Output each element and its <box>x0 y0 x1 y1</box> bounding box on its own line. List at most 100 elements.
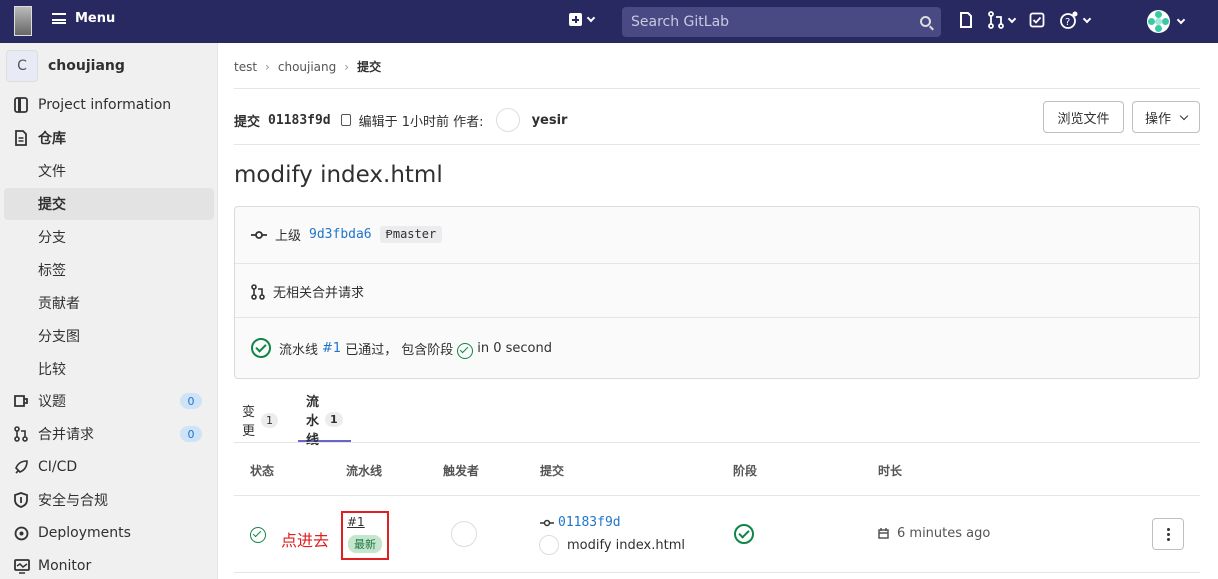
page-title: modify index.html <box>234 162 443 188</box>
project-link[interactable]: C choujiang <box>6 50 125 82</box>
pipeline-prefix: 流水线 <box>279 342 319 358</box>
user-avatar <box>1147 10 1170 33</box>
sidebar-item-label: 合并请求 <box>38 427 94 443</box>
sidebar-item-label: 标签 <box>38 263 66 279</box>
triggerer-avatar[interactable] <box>451 521 477 547</box>
stage-success-icon[interactable] <box>734 524 754 544</box>
tab-changes[interactable]: 变更 1 <box>242 398 279 442</box>
sidebar-item-compare[interactable]: 比较 <box>0 353 214 385</box>
kebab-icon <box>1166 527 1170 531</box>
search-input[interactable] <box>622 7 941 37</box>
sidebar-item-label: CI/CD <box>38 459 78 475</box>
pipeline-row: 流水线 #1 已通过， 包含阶段 in 0 second <box>251 337 552 359</box>
breadcrumb-current[interactable]: 提交 <box>357 58 381 75</box>
commit-sha: 01183f9d <box>268 112 331 128</box>
top-navbar: Menu ? <box>0 0 1218 43</box>
merge-requests-nav-button[interactable] <box>988 11 1017 29</box>
svg-text:?: ? <box>1065 17 1070 28</box>
divider <box>234 144 1200 145</box>
project-avatar: C <box>6 50 38 82</box>
column-header-status: 状态 <box>250 464 275 478</box>
chevron-right-icon: › <box>265 59 270 74</box>
author-avatar[interactable] <box>495 108 520 132</box>
author-name[interactable]: yesir <box>532 113 568 128</box>
browse-files-button[interactable]: 浏览文件 <box>1043 101 1124 133</box>
chevron-down-icon <box>1176 15 1186 25</box>
browse-files-label: 浏览文件 <box>1057 111 1110 127</box>
annotation-text: 点进去 <box>281 531 330 550</box>
issues-nav-button[interactable] <box>958 11 974 29</box>
pipeline-link[interactable]: #1 <box>322 341 341 356</box>
sidebar-item-graph[interactable]: 分支图 <box>0 320 214 352</box>
sidebar-item-label: 议题 <box>38 394 66 410</box>
sidebar-item-ci-cd[interactable]: CI/CD <box>0 451 214 483</box>
more-actions-button[interactable] <box>1152 518 1184 550</box>
sidebar-item-merge-requests[interactable]: 合并请求 0 <box>0 418 214 450</box>
new-dropdown-button[interactable] <box>569 13 596 26</box>
chevron-right-icon: › <box>344 59 350 74</box>
sidebar-item-files[interactable]: 文件 <box>0 155 214 187</box>
sidebar-item-label: Monitor <box>38 558 92 574</box>
parent-sha-link[interactable]: 9d3fbda6 <box>309 227 372 242</box>
actions-dropdown-button[interactable]: 操作 <box>1132 101 1200 133</box>
chevron-down-icon <box>1007 14 1017 23</box>
sidebar-item-issues[interactable]: 议题 0 <box>0 385 214 417</box>
shield-icon <box>14 492 28 508</box>
commit-label: 提交 <box>234 114 261 130</box>
commit-icon <box>251 230 267 239</box>
sidebar-item-label: 仓库 <box>38 131 66 147</box>
sidebar-item-tags[interactable]: 标签 <box>0 254 214 286</box>
merge-request-icon <box>988 11 1004 29</box>
user-menu-button[interactable] <box>1147 10 1186 33</box>
sidebar-item-commits[interactable]: 提交 <box>4 188 214 220</box>
pipeline-status-text: 已通过， <box>345 342 398 358</box>
commit-info-box: 上级 9d3fbda6 Ᵽmaster 无相关合并请求 流水线 #1 已通过， … <box>234 206 1200 379</box>
breadcrumb-item[interactable]: choujiang <box>278 60 336 74</box>
branch-badge[interactable]: Ᵽmaster <box>379 226 443 243</box>
merge-request-icon <box>14 426 28 442</box>
copy-icon[interactable] <box>340 114 351 126</box>
plus-icon <box>569 13 582 26</box>
search-box[interactable] <box>622 7 941 37</box>
column-header-pipeline: 流水线 <box>346 464 383 478</box>
sidebar-item-contributors[interactable]: 贡献者 <box>0 287 214 319</box>
stage-success-icon[interactable] <box>457 343 474 359</box>
sidebar-item-security[interactable]: 安全与合规 <box>0 484 214 516</box>
menu-button[interactable]: Menu <box>52 11 115 26</box>
kebab-dot <box>1166 532 1170 536</box>
commit-author-avatar[interactable] <box>539 535 559 555</box>
sidebar-item-project-information[interactable]: Project information <box>0 89 214 121</box>
monitor-icon <box>14 558 30 574</box>
help-nav-button[interactable]: ? <box>1059 11 1092 29</box>
todo-icon <box>1029 12 1045 28</box>
site-logo[interactable] <box>14 6 32 36</box>
sidebar-item-repository[interactable]: 仓库 <box>0 122 214 154</box>
column-header-duration: 时长 <box>878 464 903 478</box>
sidebar-item-monitor[interactable]: Monitor <box>0 550 214 579</box>
sidebar-item-branches[interactable]: 分支 <box>0 221 214 253</box>
branch-name: master <box>392 227 437 241</box>
pipeline-stage-text: 包含阶段 <box>401 342 454 358</box>
issues-icon <box>960 12 972 28</box>
repository-icon <box>15 130 27 146</box>
commit-title-link[interactable]: modify index.html <box>567 538 685 553</box>
divider <box>234 88 1200 89</box>
parent-row: 上级 9d3fbda6 Ᵽmaster <box>251 225 443 244</box>
commit-sha-link[interactable]: 01183f9d <box>558 515 621 530</box>
breadcrumb-item[interactable]: test <box>234 60 257 74</box>
merge-request-text: 无相关合并请求 <box>273 286 365 301</box>
divider <box>234 572 1200 573</box>
commit-edited-text: 编辑于 1小时前 作者: <box>358 114 484 130</box>
annotation-highlight-box <box>341 511 389 560</box>
tab-count: 1 <box>261 412 279 428</box>
todos-nav-button[interactable] <box>1029 12 1045 28</box>
actions-label: 操作 <box>1144 111 1171 127</box>
status-success-icon[interactable] <box>250 527 266 543</box>
sidebar-item-deployments[interactable]: Deployments <box>0 517 214 549</box>
kebab-dot <box>1166 537 1170 541</box>
sidebar: C choujiang Project information 仓库 文件 提交… <box>0 43 218 579</box>
tab-pipelines[interactable]: 流水线 1 <box>298 395 351 448</box>
merge-request-icon <box>251 283 265 300</box>
sidebar-item-label: 比较 <box>38 362 66 378</box>
pipeline-success-icon[interactable] <box>251 338 271 358</box>
